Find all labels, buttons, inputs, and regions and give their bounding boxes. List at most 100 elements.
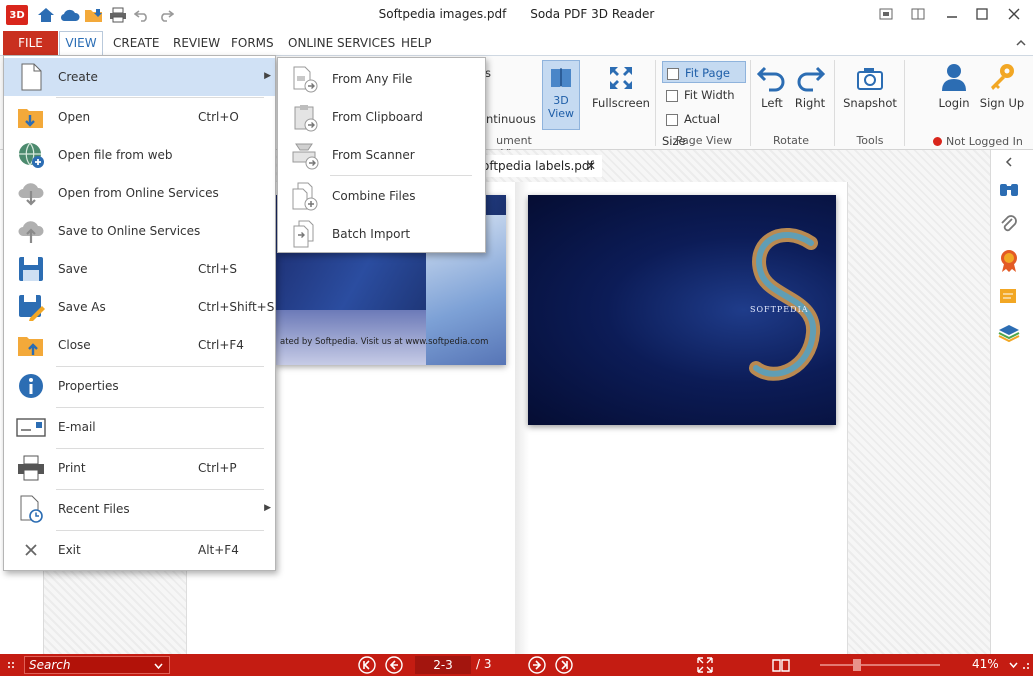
menu-review[interactable]: REVIEW bbox=[169, 31, 224, 55]
page-left-caption: ated by Softpedia. Visit us at www.softp… bbox=[280, 337, 489, 347]
fit-width-button[interactable]: Fit Width bbox=[662, 84, 746, 106]
file-menu-close[interactable]: Close Ctrl+F4 bbox=[4, 326, 275, 364]
zoom-level[interactable]: 41% bbox=[972, 657, 999, 671]
close-button[interactable] bbox=[1000, 3, 1028, 25]
next-page-icon[interactable] bbox=[528, 656, 546, 674]
create-label: Create bbox=[58, 70, 98, 84]
document-name: Softpedia images.pdf bbox=[378, 7, 507, 21]
last-page-icon[interactable] bbox=[555, 656, 573, 674]
file-menu-print[interactable]: Print Ctrl+P bbox=[4, 449, 275, 487]
file-menu-open[interactable]: Open Ctrl+O bbox=[4, 98, 275, 136]
sign-up-button[interactable]: Sign Up bbox=[978, 62, 1026, 110]
fit-screen-icon[interactable] bbox=[696, 656, 714, 674]
combine-files-label: Combine Files bbox=[332, 189, 416, 203]
from-clipboard-label: From Clipboard bbox=[332, 110, 423, 124]
search-options-chevron-icon[interactable] bbox=[154, 659, 163, 673]
file-menu-open-from-web[interactable]: Open file from web bbox=[4, 136, 275, 174]
status-dot-icon bbox=[933, 137, 942, 146]
login-button[interactable]: Login bbox=[934, 62, 974, 110]
grip-icon[interactable] bbox=[3, 656, 21, 674]
restore-layout-icon[interactable] bbox=[904, 3, 932, 25]
file-menu-open-online[interactable]: Open from Online Services bbox=[4, 174, 275, 212]
zoom-slider-thumb[interactable] bbox=[853, 659, 861, 671]
fit-width-icon bbox=[666, 89, 678, 102]
binoculars-icon[interactable] bbox=[996, 176, 1022, 202]
continuous-button[interactable]: ntinuous bbox=[486, 112, 536, 126]
create-batch-import[interactable]: Batch Import bbox=[278, 215, 485, 251]
first-page-icon[interactable] bbox=[358, 656, 376, 674]
menu-help[interactable]: HELP bbox=[397, 31, 436, 55]
combine-files-icon bbox=[292, 182, 318, 211]
zoom-slider-track[interactable] bbox=[820, 664, 940, 666]
maximize-button[interactable] bbox=[968, 3, 996, 25]
login-status: Not Logged In bbox=[933, 135, 1023, 148]
snapshot-button[interactable]: Snapshot bbox=[842, 64, 898, 110]
menu-file[interactable]: FILE bbox=[3, 31, 58, 55]
undo-icon[interactable] bbox=[132, 5, 152, 25]
certificate-icon[interactable] bbox=[996, 248, 1022, 274]
open-shortcut: Ctrl+O bbox=[198, 110, 239, 124]
save-label: Save bbox=[58, 262, 88, 276]
file-menu-save-as[interactable]: Save As Ctrl+Shift+S bbox=[4, 288, 275, 326]
email-icon bbox=[16, 418, 46, 437]
create-combine-files[interactable]: Combine Files bbox=[278, 177, 485, 213]
actual-size-button[interactable]: Actual Size bbox=[662, 108, 746, 148]
previous-page-icon[interactable] bbox=[385, 656, 403, 674]
book-view-icon[interactable] bbox=[772, 656, 790, 674]
panel-collapse-icon[interactable] bbox=[996, 152, 1022, 172]
rotate-right-button[interactable]: Right bbox=[792, 64, 828, 110]
open-folder-icon[interactable] bbox=[84, 5, 104, 25]
create-from-clipboard[interactable]: From Clipboard bbox=[278, 98, 485, 134]
close-shortcut: Ctrl+F4 bbox=[198, 338, 244, 352]
menu-create[interactable]: CREATE bbox=[109, 31, 164, 55]
view-3d-button[interactable]: 3D View bbox=[542, 60, 580, 130]
save-online-label: Save to Online Services bbox=[58, 224, 201, 238]
file-menu-exit[interactable]: Exit Alt+F4 bbox=[4, 531, 275, 569]
tools-group-label: Tools bbox=[856, 134, 884, 147]
submenu-arrow-icon: ▶ bbox=[264, 503, 271, 513]
create-from-scanner[interactable]: From Scanner bbox=[278, 136, 485, 172]
print-icon[interactable] bbox=[108, 5, 128, 25]
file-menu-email[interactable]: E-mail bbox=[4, 408, 275, 446]
document-tab[interactable]: oftpedia labels.pdf ✕ bbox=[478, 155, 602, 177]
redo-icon[interactable] bbox=[156, 5, 176, 25]
close-label: Close bbox=[58, 338, 91, 352]
close-tab-icon[interactable]: ✕ bbox=[586, 155, 596, 177]
save-as-icon bbox=[19, 295, 45, 321]
page-number-input[interactable] bbox=[415, 656, 471, 674]
create-from-any-file[interactable]: From Any File bbox=[278, 60, 485, 96]
rotate-left-icon bbox=[757, 66, 785, 92]
menu-view[interactable]: VIEW bbox=[59, 31, 103, 55]
sign-up-label: Sign Up bbox=[979, 96, 1025, 110]
file-menu-properties[interactable]: Properties bbox=[4, 367, 275, 405]
focus-mode-icon[interactable] bbox=[872, 3, 900, 25]
file-menu-save[interactable]: Save Ctrl+S bbox=[4, 250, 275, 288]
file-menu-recent-files[interactable]: Recent Files ▶ bbox=[4, 490, 275, 528]
book-spine bbox=[515, 182, 529, 654]
pdf-page-right: SOFTPEDIA bbox=[528, 195, 836, 425]
file-menu-create[interactable]: Create ▶ bbox=[4, 58, 275, 96]
floppy-disk-icon bbox=[19, 257, 43, 281]
comment-icon[interactable] bbox=[996, 284, 1022, 310]
paperclip-icon[interactable] bbox=[996, 212, 1022, 238]
camera-icon bbox=[857, 68, 883, 90]
ribbon-separator bbox=[750, 60, 751, 146]
minimize-button[interactable] bbox=[938, 3, 966, 25]
menu-forms[interactable]: FORMS bbox=[227, 31, 278, 55]
fullscreen-button[interactable]: Fullscreen bbox=[592, 64, 650, 110]
fit-page-button[interactable]: Fit Page bbox=[662, 61, 746, 83]
email-label: E-mail bbox=[58, 420, 96, 434]
resize-grip-icon[interactable] bbox=[1016, 656, 1033, 674]
menu-online-services[interactable]: ONLINE SERVICES bbox=[284, 31, 399, 55]
file-menu-save-online[interactable]: Save to Online Services bbox=[4, 212, 275, 250]
rotate-left-button[interactable]: Left bbox=[754, 64, 790, 110]
create-submenu: From Any File From Clipboard From Scanne… bbox=[277, 57, 486, 253]
close-folder-icon bbox=[18, 337, 43, 356]
cloud-icon[interactable] bbox=[60, 5, 80, 25]
search-input[interactable] bbox=[25, 657, 145, 673]
layers-icon[interactable] bbox=[996, 320, 1022, 346]
collapse-ribbon-icon[interactable] bbox=[1012, 31, 1030, 55]
home-icon[interactable] bbox=[36, 5, 56, 25]
open-online-label: Open from Online Services bbox=[58, 186, 219, 200]
app-logo[interactable]: 3D bbox=[6, 5, 28, 25]
